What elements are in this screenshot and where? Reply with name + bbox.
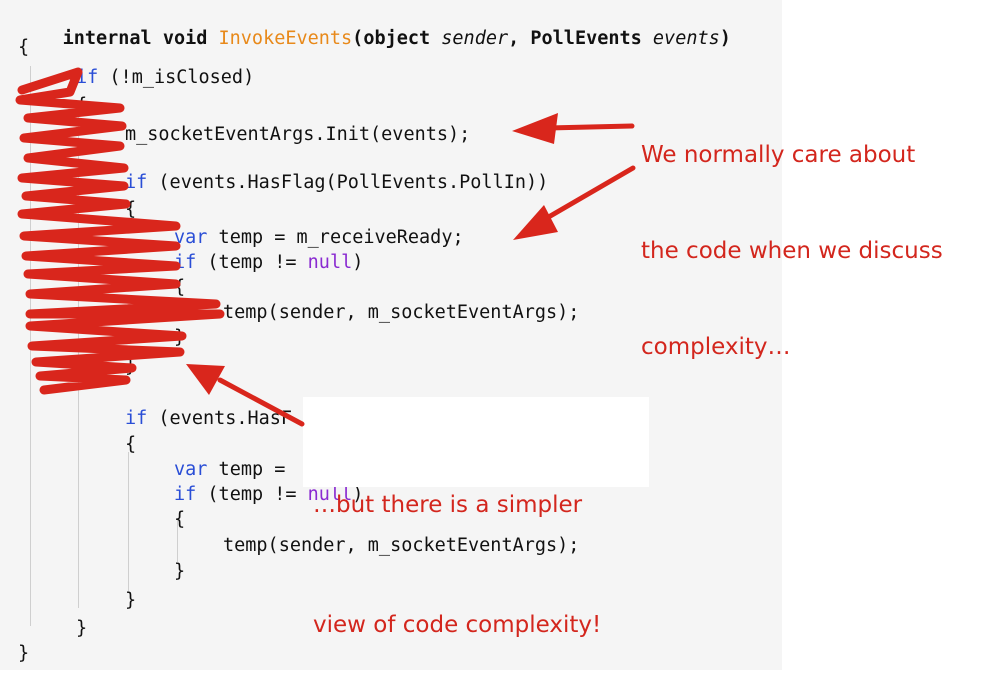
scribble-mark: [15, 67, 225, 395]
annotation-overlay: [15, 67, 636, 427]
arrow-to-init: [512, 113, 635, 144]
arrow-to-var-temp: [513, 165, 636, 240]
arrow-to-closing-brace: [186, 364, 305, 427]
